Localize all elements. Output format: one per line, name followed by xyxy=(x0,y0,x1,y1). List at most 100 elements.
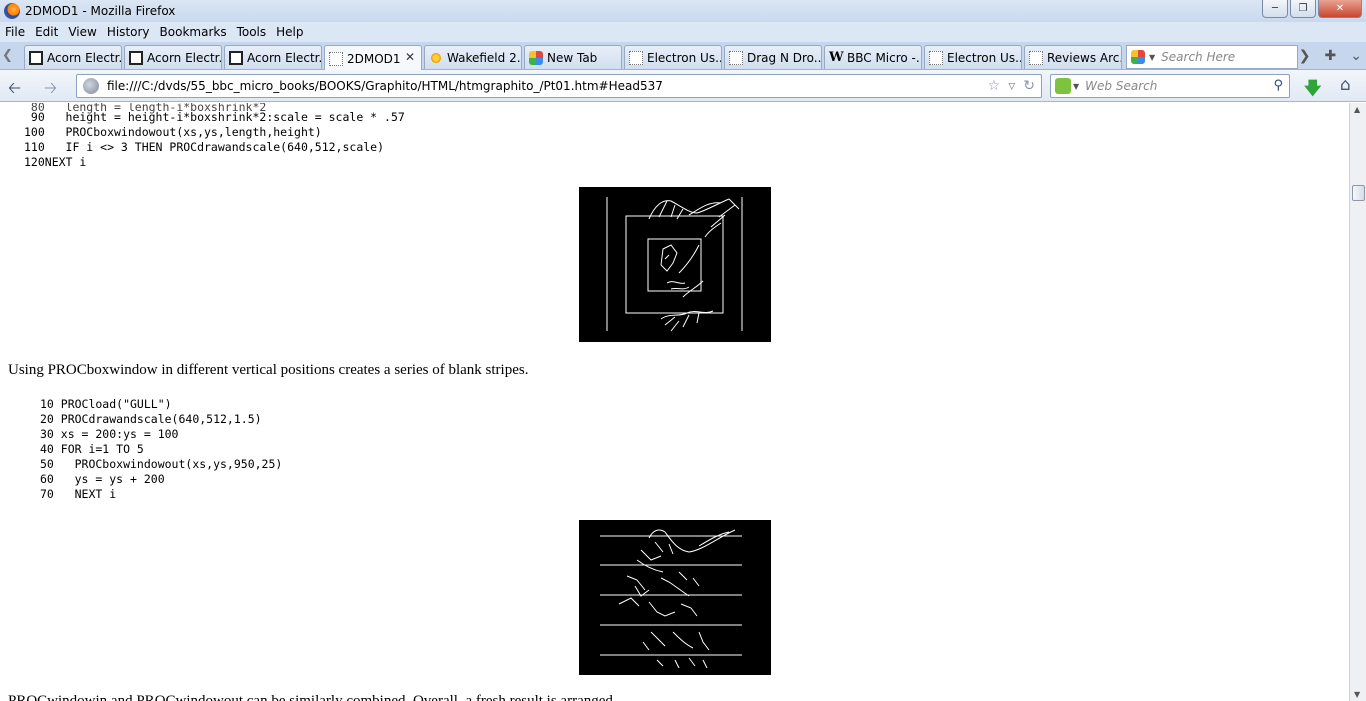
tab-electron-2[interactable]: Electron Us... xyxy=(924,45,1022,69)
scroll-down-icon[interactable]: ▼ xyxy=(1354,690,1360,699)
scroll-up-icon[interactable]: ▲ xyxy=(1354,105,1360,114)
code-line: 40 FOR i=1 TO 5 xyxy=(40,442,144,456)
smiley-search-icon[interactable] xyxy=(1055,78,1071,94)
tab-bbc-micro[interactable]: W BBC Micro -... xyxy=(824,45,922,69)
vertical-scrollbar[interactable]: ▲ ▼ xyxy=(1349,103,1366,701)
code-block-1: 90 height = height-i*boxshrink*2:scale =… xyxy=(24,110,405,170)
close-button[interactable]: ✕ xyxy=(1318,0,1362,18)
paragraph: Using PROCboxwindow in different vertica… xyxy=(8,362,529,378)
download-arrow-icon[interactable]: 🡇 xyxy=(1304,76,1321,105)
code-line: 10 PROCload("GULL") xyxy=(40,397,172,411)
wikipedia-icon: W xyxy=(829,49,844,65)
code-line: 60 ys = ys + 200 xyxy=(40,472,165,486)
tab-label: Wakefield 2... xyxy=(447,50,522,65)
tab-2dmod1[interactable]: 2DMOD1 ✕ xyxy=(324,45,422,71)
gull-stripes-figure xyxy=(579,520,771,675)
menu-help[interactable]: Help xyxy=(271,25,308,39)
web-search-box[interactable]: ▼ Web Search ⚲ xyxy=(1050,74,1290,98)
tab-label: Acorn Electr... xyxy=(147,50,222,65)
tab-label: Acorn Electr... xyxy=(247,50,322,65)
blank-page-icon xyxy=(729,50,743,65)
maximize-button[interactable]: ❐ xyxy=(1290,0,1316,18)
sun-icon xyxy=(429,50,443,65)
chevron-down-icon[interactable]: ▼ xyxy=(1073,82,1079,91)
tab-drag-n-drop[interactable]: Drag N Dro... xyxy=(724,45,822,69)
chevron-down-icon[interactable]: ▼ xyxy=(1149,53,1155,62)
list-all-tabs-icon[interactable]: ⌄ xyxy=(1350,48,1362,64)
tab-acorn-1[interactable]: Acorn Electr... xyxy=(24,45,122,69)
code-line: 50 PROCboxwindowout(xs,ys,950,25) xyxy=(40,457,283,471)
menu-history[interactable]: History xyxy=(102,25,155,39)
scrollbar-thumb[interactable] xyxy=(1352,185,1365,201)
back-arrow-icon[interactable]: 🡠 xyxy=(8,77,21,104)
gull-boxwindow-graphic xyxy=(606,197,743,332)
blank-page-icon xyxy=(329,51,343,66)
menu-tools[interactable]: Tools xyxy=(232,25,272,39)
scroll-tabs-left-icon[interactable]: ❮ xyxy=(2,48,16,64)
search-engine-icon[interactable] xyxy=(1131,50,1145,64)
gull-boxwindow-figure xyxy=(579,187,771,342)
code-line: 30 xs = 200:ys = 100 xyxy=(40,427,179,441)
tab-search-placeholder: Search Here xyxy=(1161,50,1236,64)
url-dropdown-icon[interactable]: ▿ xyxy=(1008,78,1015,94)
tab-bar: ❮ Acorn Electr... Acorn Electr... Acorn … xyxy=(0,42,1366,71)
menu-bookmarks[interactable]: Bookmarks xyxy=(155,25,232,39)
url-tools: ☆ ▿ ↻ xyxy=(988,78,1035,94)
close-tab-icon[interactable]: ✕ xyxy=(405,50,415,64)
tab-acorn-3[interactable]: Acorn Electr... xyxy=(224,45,322,69)
forward-arrow-icon[interactable]: 🡢 xyxy=(44,77,57,104)
acorn-icon xyxy=(29,50,43,65)
blank-page-icon xyxy=(629,50,643,65)
code-block-2: 10 PROCload("GULL") 20 PROCdrawandscale(6… xyxy=(40,397,282,502)
tab-search-box[interactable]: ▼ Search Here xyxy=(1126,45,1298,69)
code-line: 90 height = height-i*boxshrink*2:scale =… xyxy=(24,110,405,124)
globe-icon xyxy=(83,78,99,94)
gull-stripes-graphic xyxy=(600,529,742,669)
tab-label: Drag N Dro... xyxy=(747,50,822,65)
acorn-icon xyxy=(229,50,243,65)
navigation-bar: 🡠 🡢 file:///C:/dvds/55_bbc_micro_books/B… xyxy=(0,70,1366,102)
code-line: 120NEXT i xyxy=(24,155,87,169)
firefox-logo-icon xyxy=(4,3,20,19)
url-text: file:///C:/dvds/55_bbc_micro_books/BOOKS… xyxy=(107,79,663,93)
blank-page-icon xyxy=(1029,50,1043,65)
menu-edit[interactable]: Edit xyxy=(30,25,63,39)
tab-acorn-2[interactable]: Acorn Electr... xyxy=(124,45,222,69)
tab-label: Acorn Electr... xyxy=(47,50,122,65)
window-title: 2DMOD1 - Mozilla Firefox xyxy=(25,4,176,18)
window-controls: ─ ❐ ✕ xyxy=(1262,0,1362,18)
home-icon[interactable]: ⌂ xyxy=(1340,75,1351,95)
menu-file[interactable]: File xyxy=(0,25,30,39)
reload-icon[interactable]: ↻ xyxy=(1023,78,1035,94)
minimize-button[interactable]: ─ xyxy=(1262,0,1288,18)
paragraph-cut: PROCwindowin and PROCwindowout can be si… xyxy=(8,693,625,701)
blank-page-icon xyxy=(929,50,943,65)
search-icon[interactable]: ⚲ xyxy=(1273,78,1283,93)
menu-bar: File Edit View History Bookmarks Tools H… xyxy=(0,22,1366,42)
tab-label: BBC Micro -... xyxy=(847,50,922,65)
code-line: 70 NEXT i xyxy=(40,487,117,501)
bookmark-star-icon[interactable]: ☆ xyxy=(988,78,1001,94)
tab-label: 2DMOD1 xyxy=(347,51,401,66)
url-bar[interactable]: file:///C:/dvds/55_bbc_micro_books/BOOKS… xyxy=(76,74,1042,98)
web-search-placeholder: Web Search xyxy=(1085,79,1158,93)
tab-wakefield[interactable]: Wakefield 2... xyxy=(424,45,522,69)
acorn-icon xyxy=(129,50,143,65)
tab-reviews[interactable]: Reviews Arc... xyxy=(1024,45,1122,69)
code-line: 20 PROCdrawandscale(640,512,1.5) xyxy=(40,412,262,426)
tab-label: Electron Us... xyxy=(647,50,722,65)
title-bar: 2DMOD1 - Mozilla Firefox ─ ❐ ✕ xyxy=(0,0,1366,22)
tab-label: Reviews Arc... xyxy=(1047,50,1121,65)
tab-label: New Tab xyxy=(547,50,598,65)
tab-tools: ❯ ✚ ⌄ xyxy=(1299,48,1362,64)
menu-view[interactable]: View xyxy=(63,25,101,39)
tab-label: Electron Us... xyxy=(947,50,1022,65)
tab-new-tab[interactable]: New Tab xyxy=(524,45,622,69)
scroll-tabs-right-icon[interactable]: ❯ xyxy=(1299,48,1311,64)
new-tab-icon[interactable]: ✚ xyxy=(1325,48,1337,64)
multicolor-icon xyxy=(529,50,543,65)
code-line: 100 PROCboxwindowout(xs,ys,length,height… xyxy=(24,125,322,139)
page-content: 80 length = length-i*boxshrink*2 90 heig… xyxy=(0,103,1349,701)
code-line: 110 IF i <> 3 THEN PROCdrawandscale(640,… xyxy=(24,140,385,154)
tab-electron-1[interactable]: Electron Us... xyxy=(624,45,722,69)
